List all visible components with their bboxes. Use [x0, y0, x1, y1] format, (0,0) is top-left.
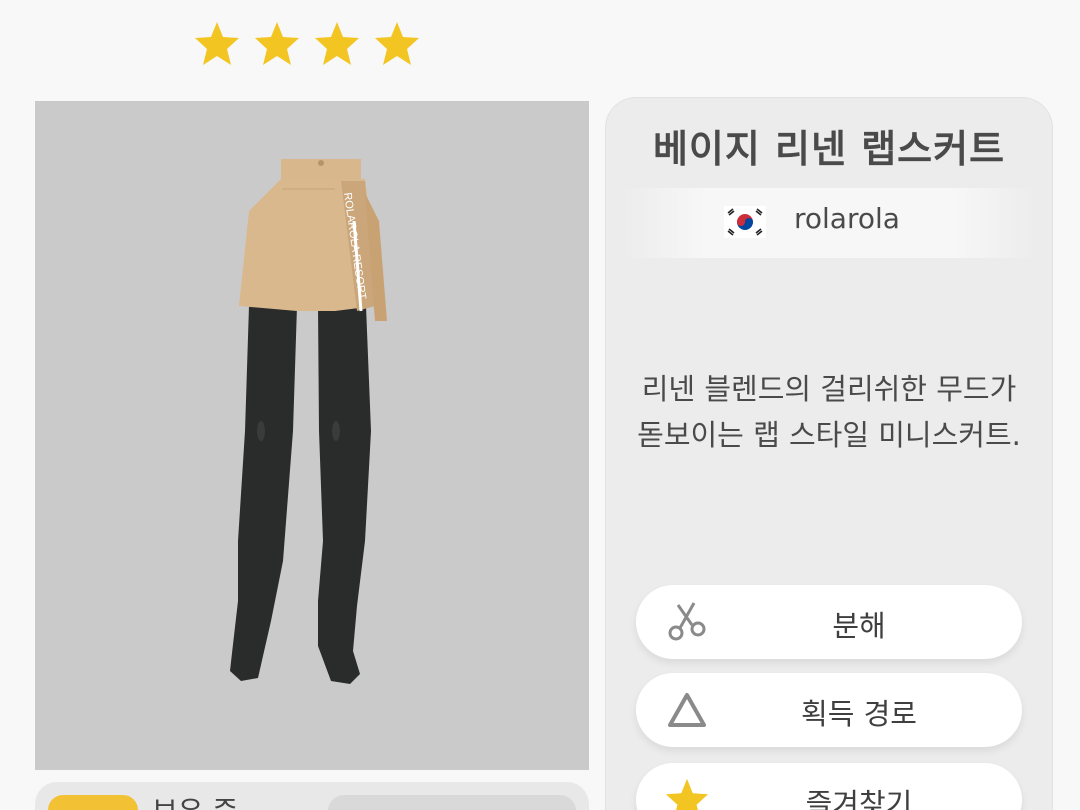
star-icon — [315, 22, 359, 65]
star-icon — [195, 22, 239, 65]
action-label: 분해 — [832, 609, 886, 643]
star-icon — [255, 22, 299, 65]
owned-count-field[interactable] — [328, 795, 576, 810]
owned-badge — [48, 795, 138, 810]
brand-name[interactable]: rolarola — [794, 202, 900, 235]
item-detail-screen: ROLAROLA RESORT 보유 중 베이지 리넨 랩스커트 rolarol… — [0, 0, 1080, 810]
disassemble-button[interactable]: 분해 — [636, 585, 1022, 659]
item-description: 리넨 블렌드의 걸리쉬한 무드가 돋보이는 랩 스타일 미니스커트. — [606, 366, 1052, 458]
item-preview: ROLAROLA RESORT — [35, 101, 589, 770]
description-line: 돋보이는 랩 스타일 미니스커트. — [637, 418, 1021, 452]
owned-label: 보유 중 — [152, 790, 238, 810]
item-title: 베이지 리넨 랩스커트 — [652, 127, 1006, 171]
acquisition-route-button[interactable]: 획득 경로 — [636, 673, 1022, 747]
action-label: 즐겨찾기 — [805, 787, 913, 810]
rating-stars — [193, 20, 421, 68]
description-line: 리넨 블렌드의 걸리쉬한 무드가 — [641, 372, 1017, 406]
favorite-button[interactable]: 즐겨찾기 — [636, 763, 1022, 810]
action-label: 획득 경로 — [801, 697, 917, 731]
korea-flag-icon — [724, 206, 766, 238]
skirt-on-mannequin-image: ROLAROLA RESORT — [230, 159, 387, 684]
star-icon — [375, 22, 419, 65]
